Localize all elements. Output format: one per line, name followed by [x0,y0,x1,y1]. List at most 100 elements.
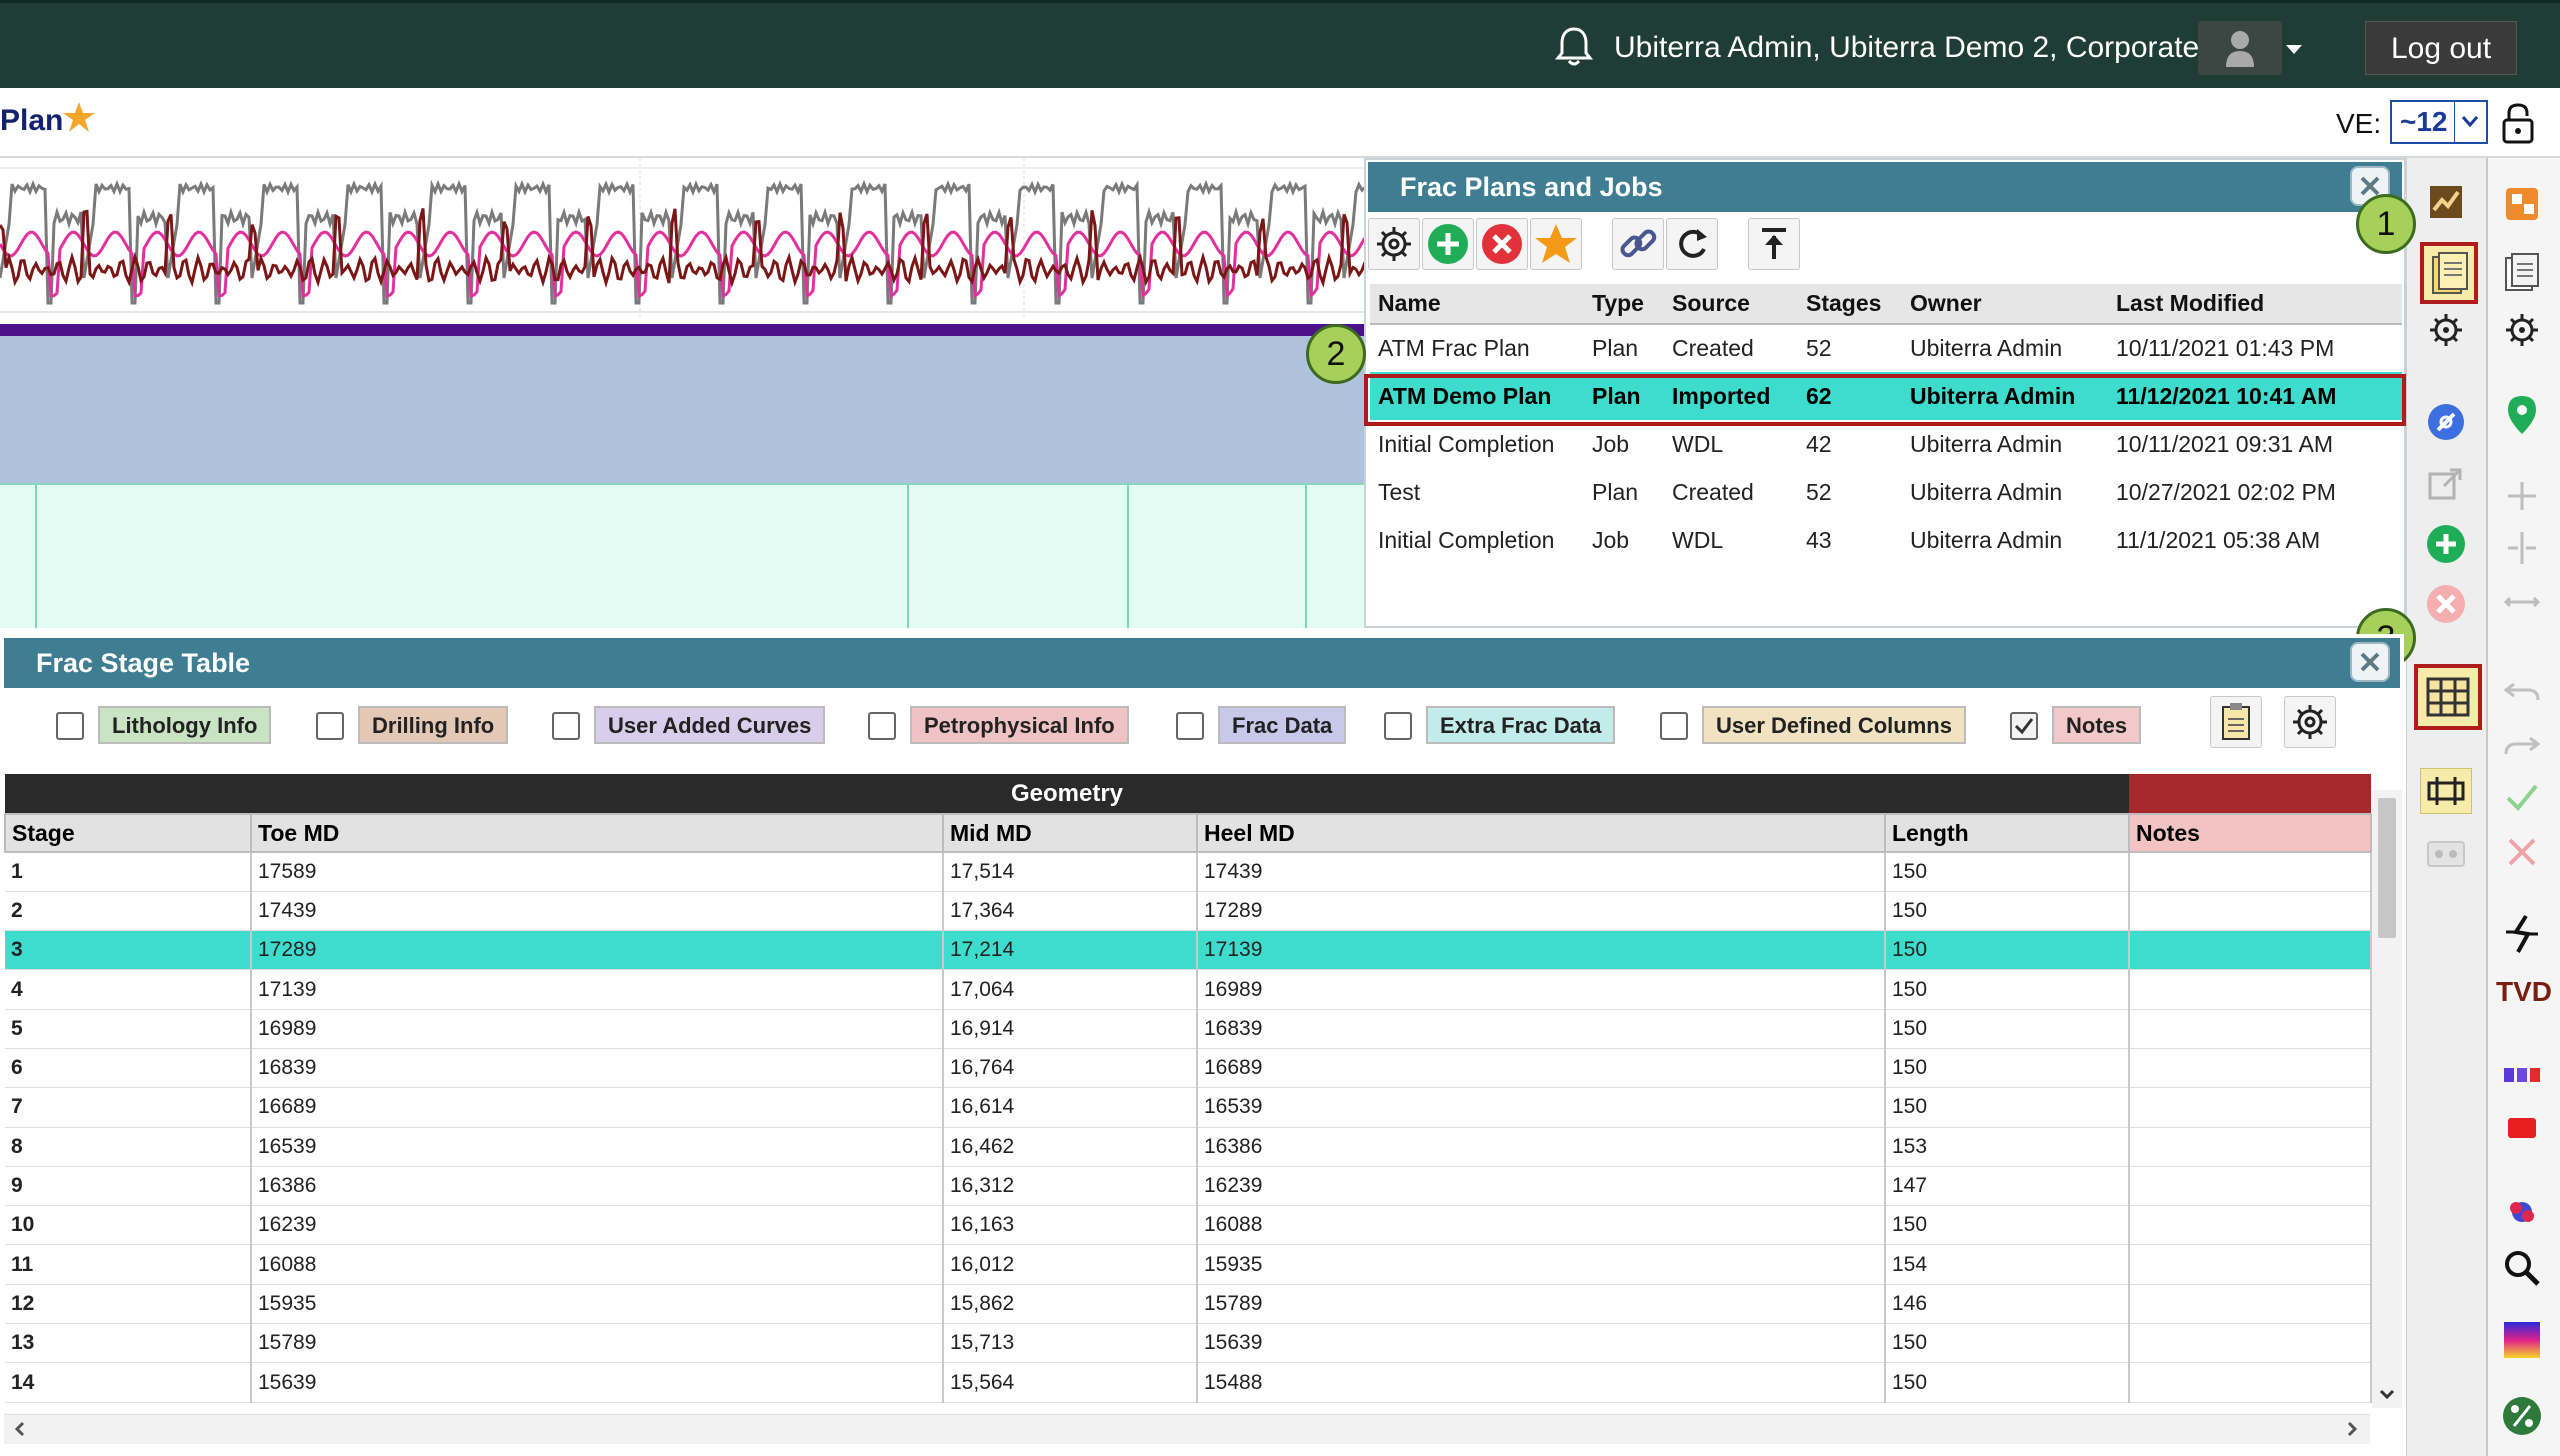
favorite-plan-button[interactable] [1530,218,1582,270]
cell-notes[interactable] [2129,930,2373,971]
delete-plan-button[interactable] [1476,218,1528,270]
lithology-checkbox[interactable] [56,712,84,740]
logout-button[interactable]: Log out [2365,21,2517,75]
copy-table-button[interactable] [2210,696,2262,748]
plan-row[interactable]: Initial Completion Job WDL 43 Ubiterra A… [1370,516,2402,564]
stage-row[interactable]: 14 15639 15,564 15488 150 [5,1362,2373,1403]
stage-row-selected[interactable]: 3 17289 17,214 17139 150 [5,930,2373,971]
frac-data-checkbox[interactable] [1176,712,1204,740]
user-columns-checkbox[interactable] [1660,712,1688,740]
stage-row[interactable]: 6 16839 16,764 16689 150 [5,1048,2373,1089]
split-icon[interactable] [2500,526,2544,570]
col-header-owner[interactable]: Owner [1902,284,2108,325]
percent-icon[interactable] [2500,1394,2544,1438]
ruler-tool-button[interactable] [2420,768,2472,814]
cell-notes[interactable] [2129,1166,2373,1207]
stage-row[interactable]: 11 16088 16,012 15935 154 [5,1244,2373,1285]
cell-notes[interactable] [2129,1284,2373,1325]
drilling-checkbox[interactable] [316,712,344,740]
settings-tool-button[interactable] [1368,218,1420,270]
col-header-name[interactable]: Name [1370,284,1584,325]
frac-plans-toggle-button[interactable] [2420,242,2478,304]
ve-select[interactable]: ~12 [2390,100,2488,144]
cell-notes[interactable] [2129,1048,2373,1089]
petrophysical-checkbox[interactable] [868,712,896,740]
close-icon[interactable] [2500,830,2544,874]
check-icon[interactable] [2500,776,2544,820]
cell-notes[interactable] [2129,1205,2373,1246]
scrollbar-thumb[interactable] [2378,798,2396,938]
cell-notes[interactable] [2129,1127,2373,1167]
col-header-toe-md[interactable]: Toe MD [250,813,944,853]
cell-notes[interactable] [2129,969,2373,1010]
lock-icon[interactable] [2500,102,2536,144]
cell-notes[interactable] [2129,891,2373,932]
stage-row[interactable]: 7 16689 16,614 16539 150 [5,1087,2373,1128]
chevron-left-icon[interactable] [10,1415,30,1443]
stage-row[interactable]: 2 17439 17,364 17289 150 [5,891,2373,932]
stage-row[interactable]: 12 15935 15,862 15789 146 [5,1284,2373,1325]
export-icon[interactable] [2424,462,2468,506]
color-cube-icon[interactable] [2500,1190,2544,1234]
stage-row[interactable]: 8 16539 16,462 16386 153 [5,1127,2373,1167]
map-icon[interactable] [2424,180,2468,224]
cell-notes[interactable] [2129,1362,2373,1403]
well-log-plot[interactable] [0,158,1366,628]
stack-icon[interactable] [2500,182,2544,226]
compass-icon[interactable] [2424,400,2468,444]
gear-icon[interactable] [2500,308,2544,352]
pin-icon[interactable] [2500,392,2544,436]
bars-icon[interactable] [2500,1052,2544,1096]
extra-frac-checkbox[interactable] [1384,712,1412,740]
chevron-down-icon[interactable] [2372,1384,2402,1404]
notes-checkbox[interactable] [2010,712,2038,740]
col-header-last-modified[interactable]: Last Modified [2108,284,2402,325]
gradient-icon[interactable] [2500,1318,2544,1362]
redo-icon[interactable] [2500,724,2544,768]
stage-row[interactable]: 4 17139 17,064 16989 150 [5,969,2373,1010]
stage-table-toggle-button[interactable] [2414,664,2482,730]
add-icon[interactable] [2424,522,2468,566]
stage-row[interactable]: 5 16989 16,914 16839 150 [5,1009,2373,1049]
col-header-heel-md[interactable]: Heel MD [1196,813,1886,853]
magnify-icon[interactable] [2500,1246,2544,1290]
bell-icon[interactable] [1552,25,1596,69]
chevron-down-icon[interactable] [2286,45,2302,54]
plus-icon[interactable] [2500,474,2544,518]
undo-icon[interactable] [2500,670,2544,714]
stage-row[interactable]: 10 16239 16,163 16088 150 [5,1205,2373,1246]
plan-row[interactable]: Test Plan Created 52 Ubiterra Admin 10/2… [1370,468,2402,516]
col-header-mid-md[interactable]: Mid MD [942,813,1198,853]
upload-button[interactable] [1748,218,1800,270]
gear-icon[interactable] [2424,308,2468,352]
link-plan-button[interactable] [1612,218,1664,270]
avatar-button[interactable] [2198,21,2282,75]
stage-row[interactable]: 1 17589 17,514 17439 150 [5,852,2373,892]
col-header-notes[interactable]: Notes [2128,813,2373,853]
document-icon[interactable] [2500,250,2544,294]
fault-icon[interactable] [2500,912,2544,956]
cell-notes[interactable] [2129,1009,2373,1049]
col-header-type[interactable]: Type [1584,284,1664,325]
cell-notes[interactable] [2129,1244,2373,1285]
col-header-source[interactable]: Source [1664,284,1798,325]
cell-notes[interactable] [2129,1323,2373,1364]
star-icon[interactable] [62,100,96,134]
add-plan-button[interactable] [1422,218,1474,270]
delete-icon[interactable] [2424,582,2468,626]
stage-row[interactable]: 13 15789 15,713 15639 150 [5,1323,2373,1364]
table-settings-button[interactable] [2284,696,2336,748]
chevron-right-icon[interactable] [2342,1415,2362,1443]
plan-row-selected[interactable]: ATM Demo Plan Plan Imported 62 Ubiterra … [1370,372,2402,420]
stage-row[interactable]: 9 16386 16,312 16239 147 [5,1166,2373,1207]
stage-table-vertical-scrollbar[interactable] [2372,790,2402,1408]
close-stage-table-button[interactable] [2350,642,2390,682]
stage-table-horizontal-scrollbar[interactable] [4,1414,2370,1444]
resize-icon[interactable] [2500,580,2544,624]
col-header-stages[interactable]: Stages [1798,284,1902,325]
cell-notes[interactable] [2129,852,2373,892]
plan-row[interactable]: ATM Frac Plan Plan Created 52 Ubiterra A… [1370,324,2402,372]
tvd-toggle[interactable]: TVD [2496,976,2552,1016]
col-header-stage[interactable]: Stage [4,813,252,853]
refresh-button[interactable] [1666,218,1718,270]
